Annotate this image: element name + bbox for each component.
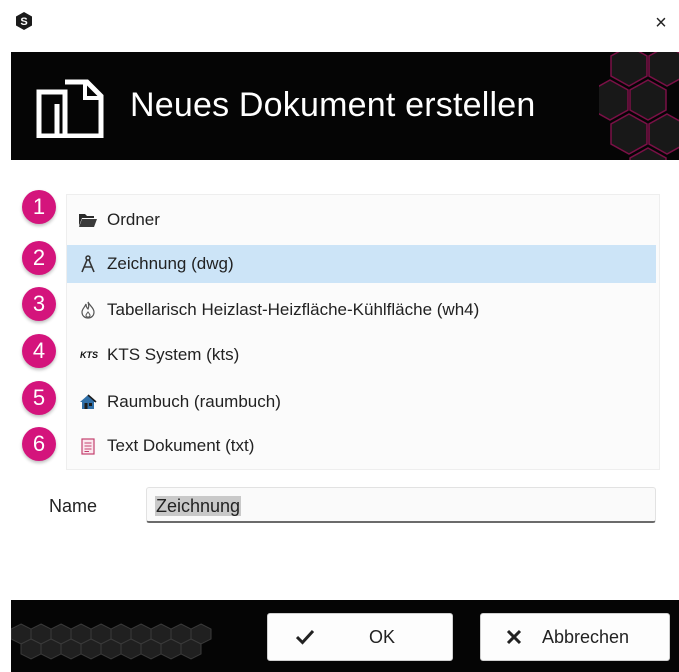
cancel-button-label: Abbrechen bbox=[542, 627, 630, 647]
list-item-ordner[interactable]: Ordner bbox=[67, 201, 656, 239]
flame-icon bbox=[79, 301, 97, 319]
list-item-label: Tabellarisch Heizlast-Heizfläche-Kühlflä… bbox=[107, 300, 480, 319]
list-item-tabellarisch[interactable]: Tabellarisch Heizlast-Heizfläche-Kühlflä… bbox=[67, 291, 656, 329]
name-input-value: Zeichnung bbox=[155, 496, 242, 516]
text-document-icon bbox=[79, 437, 97, 455]
compass-icon bbox=[79, 255, 97, 273]
hexagon-pattern bbox=[11, 623, 212, 660]
ok-button[interactable]: OK bbox=[267, 613, 453, 661]
list-item-zeichnung[interactable]: Zeichnung (dwg) bbox=[67, 245, 656, 283]
step-badge: 5 bbox=[22, 381, 56, 415]
hexagon-pattern bbox=[599, 52, 679, 160]
checkmark-icon bbox=[296, 629, 314, 645]
house-icon bbox=[79, 393, 97, 411]
step-badge: 3 bbox=[22, 287, 56, 321]
list-item-label: Text Dokument (txt) bbox=[107, 436, 255, 455]
x-icon bbox=[506, 629, 522, 645]
list-item-text-dokument[interactable]: Text Dokument (txt) bbox=[67, 427, 656, 465]
dialog-header: Neues Dokument erstellen bbox=[11, 52, 679, 160]
close-button[interactable]: × bbox=[651, 13, 671, 34]
list-item-kts[interactable]: KTS KTS System (kts) bbox=[67, 336, 656, 374]
list-item-label: KTS System (kts) bbox=[107, 345, 240, 364]
list-item-label: Ordner bbox=[107, 210, 160, 229]
app-logo-icon: S bbox=[16, 12, 32, 30]
step-badge: 6 bbox=[22, 427, 56, 461]
folder-icon bbox=[79, 211, 97, 229]
svg-text:S: S bbox=[20, 16, 27, 28]
documents-icon bbox=[36, 79, 104, 138]
step-badge: 1 bbox=[22, 190, 56, 224]
list-item-label: Raumbuch (raumbuch) bbox=[107, 392, 281, 411]
name-label: Name bbox=[49, 496, 98, 516]
dialog-footer: OK Abbrechen bbox=[11, 600, 679, 672]
list-item-raumbuch[interactable]: Raumbuch (raumbuch) bbox=[67, 383, 656, 421]
ok-button-label: OK bbox=[369, 627, 396, 647]
cancel-button[interactable]: Abbrechen bbox=[480, 613, 670, 661]
title-bar: S × bbox=[0, 0, 679, 52]
kts-logo-icon: KTS bbox=[77, 346, 101, 364]
document-type-list: Ordner Zeichnung (dwg) Tabellarisch Heiz… bbox=[66, 194, 660, 470]
list-item-label: Zeichnung (dwg) bbox=[107, 254, 234, 273]
step-badge: 2 bbox=[22, 241, 56, 275]
kts-logo-text: KTS bbox=[80, 350, 98, 360]
dialog-title: Neues Dokument erstellen bbox=[130, 86, 536, 124]
name-input[interactable]: Zeichnung bbox=[146, 487, 656, 523]
step-badge: 4 bbox=[22, 334, 56, 368]
